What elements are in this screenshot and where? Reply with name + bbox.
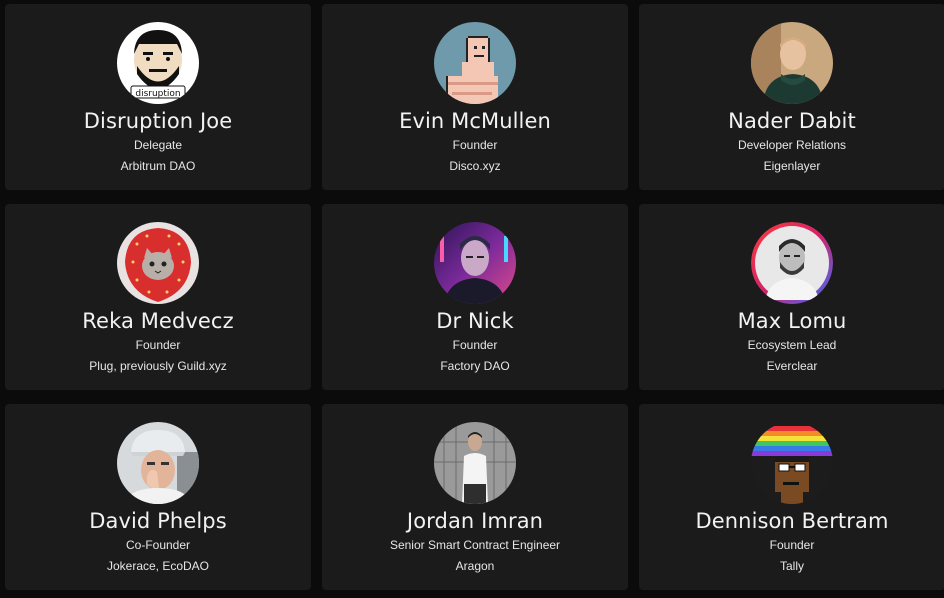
speaker-role: Founder: [452, 338, 498, 352]
speaker-name: Evin McMullen: [399, 109, 551, 133]
speaker-org: Everclear: [766, 359, 818, 373]
speaker-name: David Phelps: [89, 509, 227, 533]
speaker-name: Nader Dabit: [728, 109, 856, 133]
speaker-card[interactable]: Nader Dabit Developer Relations Eigenlay…: [639, 4, 944, 190]
person-photo-avatar-icon: [751, 22, 833, 104]
speaker-role: Developer Relations: [737, 138, 847, 152]
speaker-name: Jordan Imran: [406, 509, 544, 533]
speaker-org: Plug, previously Guild.xyz: [89, 359, 227, 373]
speaker-card[interactable]: Max Lomu Ecosystem Lead Everclear: [639, 204, 944, 390]
speaker-card[interactable]: Dennison Bertram Founder Tally: [639, 404, 944, 590]
neon-portrait-avatar-icon: [434, 222, 516, 304]
speaker-name: Disruption Joe: [83, 109, 233, 133]
cartoon-man-avatar-icon: disruption: [117, 22, 199, 104]
speaker-org: Arbitrum DAO: [120, 159, 196, 173]
speaker-role: Founder: [135, 338, 181, 352]
speaker-name: Max Lomu: [737, 309, 847, 333]
speaker-role: Co-Founder: [125, 538, 191, 552]
pixel-character-avatar-icon: [434, 22, 516, 104]
speaker-name: Dr Nick: [436, 309, 514, 333]
speaker-card[interactable]: Jordan Imran Senior Smart Contract Engin…: [322, 404, 628, 590]
speaker-org: Factory DAO: [440, 359, 510, 373]
speaker-card[interactable]: David Phelps Co-Founder Jokerace, EcoDAO: [5, 404, 311, 590]
speaker-card[interactable]: disruption Disruption Joe Delegate Arbit…: [5, 4, 311, 190]
speaker-name: Dennison Bertram: [695, 509, 889, 533]
selfie-avatar-icon: [117, 422, 199, 504]
speaker-card[interactable]: Evin McMullen Founder Disco.xyz: [322, 4, 628, 190]
bw-portrait-avatar-icon: [751, 222, 833, 304]
strawberry-cat-avatar-icon: [117, 222, 199, 304]
speaker-card[interactable]: Reka Medvecz Founder Plug, previously Gu…: [5, 204, 311, 390]
standing-man-avatar-icon: [434, 422, 516, 504]
speaker-role: Ecosystem Lead: [747, 338, 837, 352]
speaker-org: Aragon: [455, 559, 495, 573]
speaker-org: Jokerace, EcoDAO: [106, 559, 210, 573]
speaker-card[interactable]: Dr Nick Founder Factory DAO: [322, 204, 628, 390]
speaker-grid: disruption Disruption Joe Delegate Arbit…: [0, 0, 944, 598]
rainbow-punk-avatar-icon: [751, 422, 833, 504]
speaker-org: Disco.xyz: [449, 159, 501, 173]
speaker-org: Eigenlayer: [763, 159, 821, 173]
svg-text:disruption: disruption: [135, 89, 180, 99]
speaker-role: Delegate: [133, 138, 183, 152]
speaker-role: Founder: [452, 138, 498, 152]
speaker-name: Reka Medvecz: [82, 309, 234, 333]
speaker-org: Tally: [779, 559, 804, 573]
speaker-role: Senior Smart Contract Engineer: [389, 538, 561, 552]
speaker-role: Founder: [769, 538, 815, 552]
